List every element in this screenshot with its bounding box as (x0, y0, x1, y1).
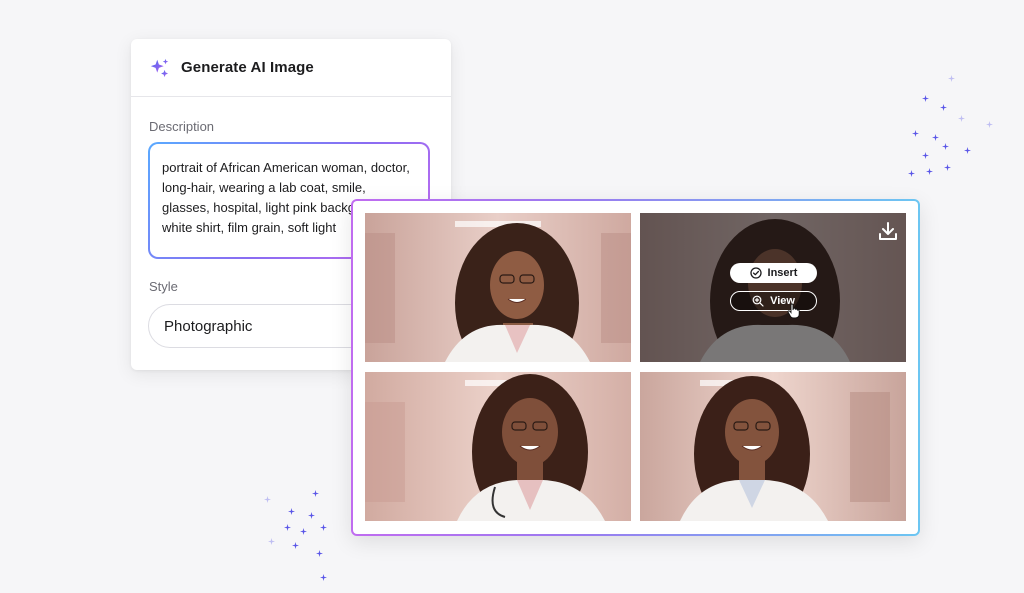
panel-header: Generate AI Image (131, 39, 451, 97)
sparkle-icon (300, 528, 307, 535)
sparkle-icon (926, 168, 933, 175)
sparkle-ai-icon (149, 57, 171, 79)
sparkle-icon (312, 490, 319, 497)
view-button[interactable]: View (730, 291, 817, 311)
sparkle-icon (284, 524, 291, 531)
image-hover-overlay (640, 213, 906, 362)
sparkle-icon (292, 542, 299, 549)
sparkle-icon (264, 496, 271, 503)
sparkle-icon (308, 512, 315, 519)
sparkle-icon (316, 550, 323, 557)
check-circle-icon (749, 267, 762, 279)
sparkle-icon (944, 164, 951, 171)
sparkle-icon (320, 574, 327, 581)
sparkle-icon (268, 538, 275, 545)
sparkle-icon (912, 130, 919, 137)
sparkle-icon (958, 115, 965, 122)
generated-image-2[interactable]: Insert View (640, 213, 906, 362)
sparkle-icon (908, 170, 915, 177)
sparkle-icon (320, 524, 327, 531)
sparkle-decoration-bottom-left (258, 488, 338, 588)
zoom-in-icon (752, 295, 764, 307)
sparkle-icon (948, 75, 955, 82)
generated-image-1[interactable] (365, 213, 631, 362)
sparkle-icon (986, 121, 993, 128)
generated-image-3[interactable] (365, 372, 631, 521)
sparkle-icon (288, 508, 295, 515)
generated-image-4[interactable] (640, 372, 906, 521)
sparkle-icon (940, 104, 947, 111)
insert-button[interactable]: Insert (730, 263, 817, 283)
sparkle-icon (922, 152, 929, 159)
description-label: Description (149, 119, 215, 134)
sparkle-icon (932, 134, 939, 141)
download-icon[interactable] (876, 219, 900, 243)
hand-pointer-icon (787, 303, 801, 319)
style-selected-value: Photographic (164, 317, 253, 335)
panel-title: Generate AI Image (181, 59, 314, 76)
style-label: Style (149, 279, 178, 294)
sparkle-decoration-top-right (900, 70, 1000, 180)
generated-images-card: Insert View (351, 199, 920, 536)
sparkle-icon (964, 147, 971, 154)
sparkle-icon (922, 95, 929, 102)
insert-button-label: Insert (767, 267, 798, 279)
sparkle-icon (942, 143, 949, 150)
